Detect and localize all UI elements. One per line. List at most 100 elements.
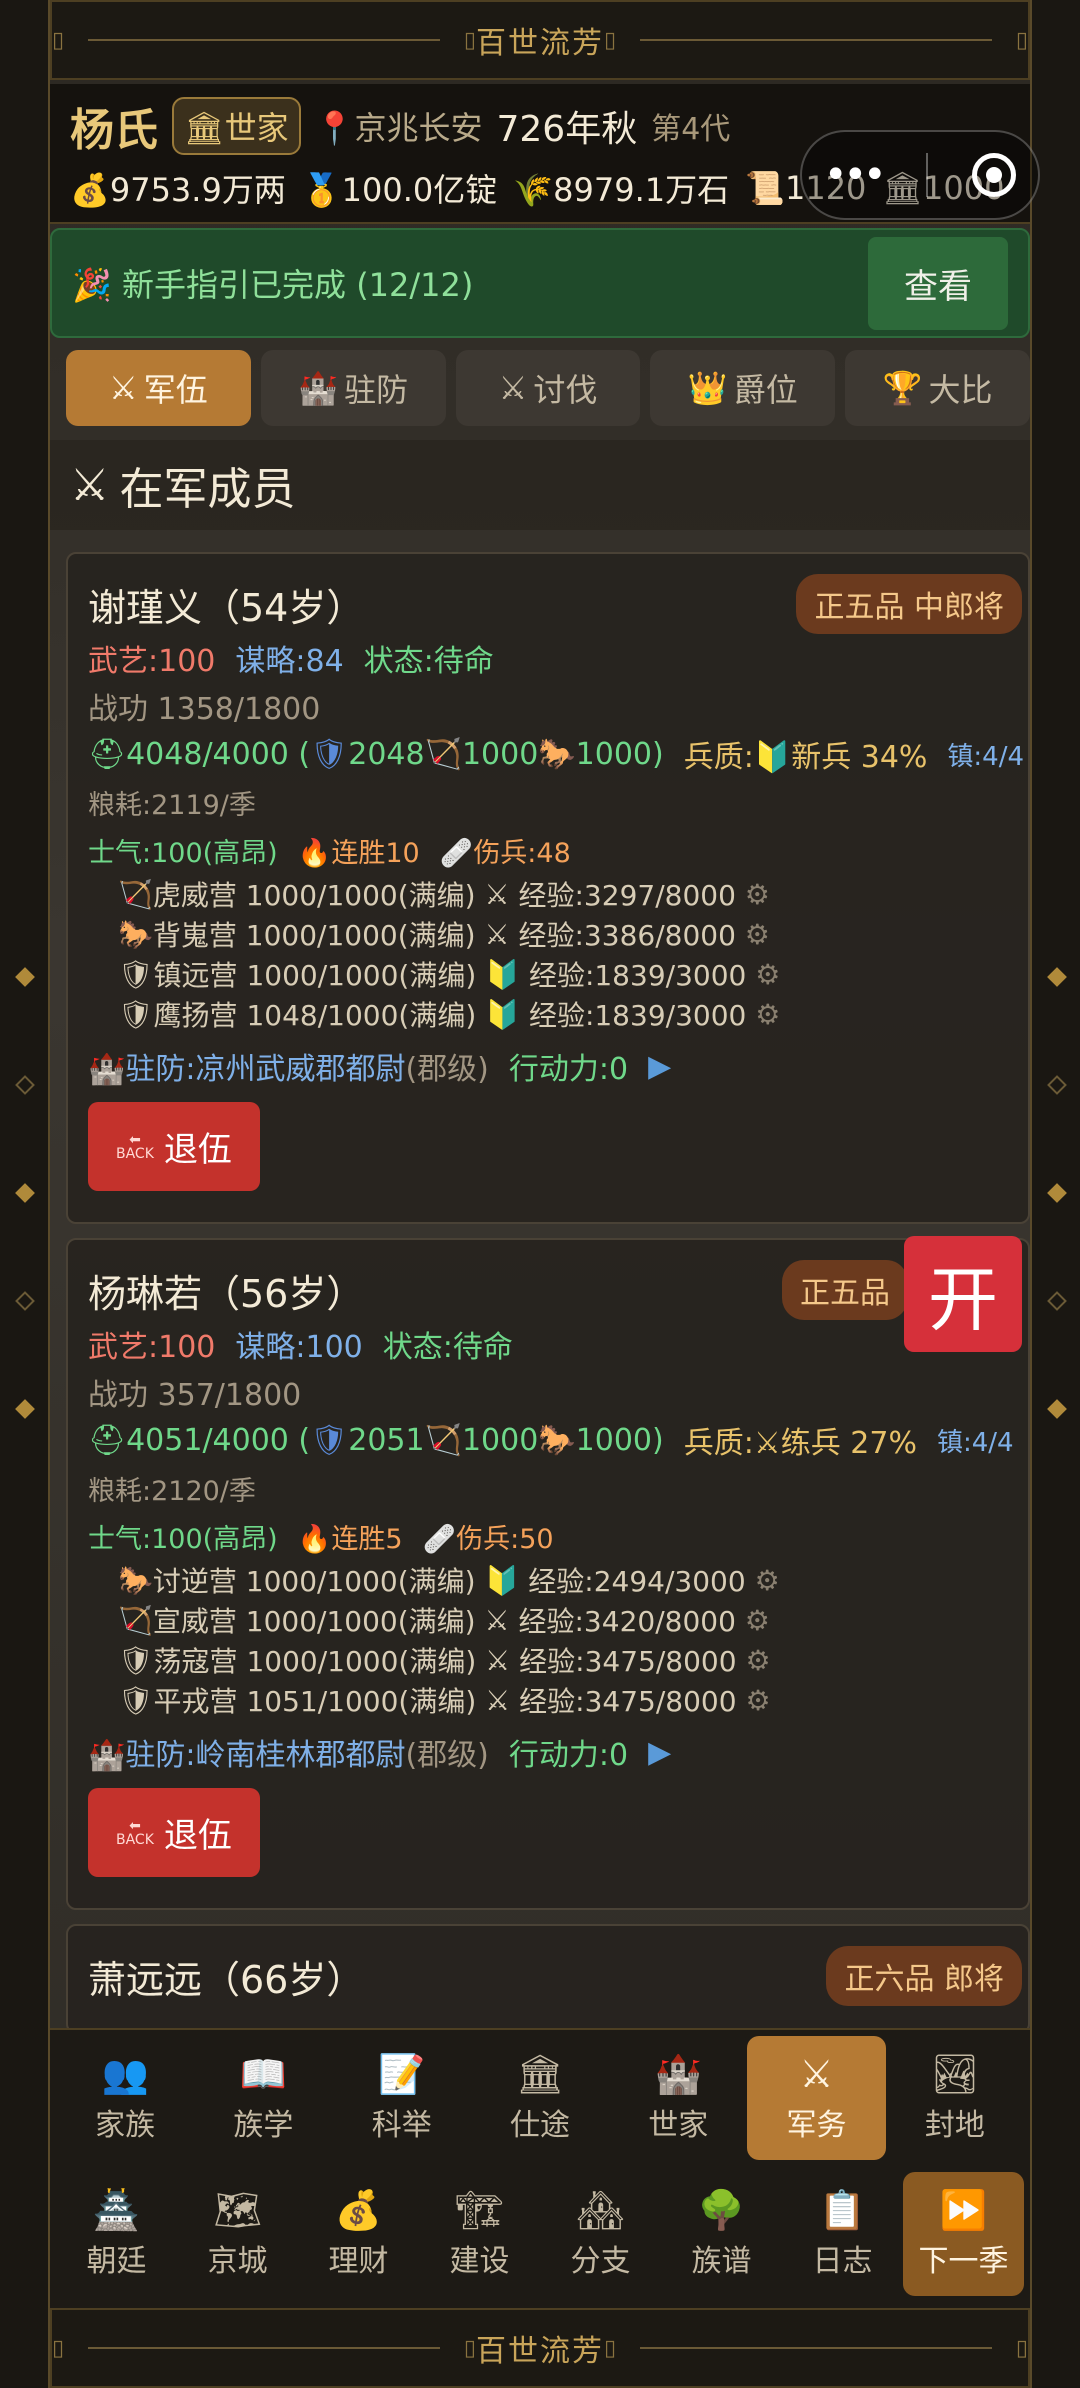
rank-badge: 正五品 xyxy=(782,1260,908,1320)
nav-military[interactable]: ⚔ 军务 xyxy=(747,2036,886,2160)
tab-campaign[interactable]: ⚔ 讨伐 xyxy=(455,350,641,426)
close-target-icon[interactable] xyxy=(972,153,1017,197)
nav-row: 👥 家族 📖 族学 📝 科举 🏛 仕途 🏰 世家 ⚔ 军务 🏞 封地 xyxy=(50,2030,1030,2166)
banner-title: 百世流芳 xyxy=(476,26,604,61)
location: 📍京兆长安 xyxy=(314,109,483,147)
battalion-row[interactable]: 🏹 虎威营 1000/1000(满编) ⚔ 经验:3297/8000 ⚙ xyxy=(88,874,1008,914)
strategy-stat: 谋略:100 xyxy=(235,1330,363,1365)
back-arrow-icon: ⬅ BACK xyxy=(116,1131,154,1162)
crown-icon: 👑 xyxy=(687,369,728,407)
castle-icon: 🏰 xyxy=(88,1052,126,1087)
battalion-row[interactable]: 🛡 平戎营 1051/1000(满编) ⚔ 经验:3475/8000 ⚙ xyxy=(88,1680,1008,1720)
castle-icon: 🏰 xyxy=(88,1738,126,1773)
tab-army[interactable]: ⚔ 军伍 xyxy=(66,350,251,426)
battalion-row[interactable]: 🛡 荡寇营 1000/1000(满编) ⚔ 经验:3475/8000 ⚙ xyxy=(88,1640,1008,1680)
martial-stat: 武艺:100 xyxy=(88,1330,216,1365)
nav-noble-house[interactable]: 🏰 世家 xyxy=(609,2036,747,2160)
gear-icon[interactable]: ⚙ xyxy=(745,1684,770,1717)
battalion-row[interactable]: 🐎 背嵬营 1000/1000(满编) ⚔ 经验:3386/8000 ⚙ xyxy=(88,914,1008,954)
banner-ornament: ▯ xyxy=(463,27,476,53)
martial-stat: 武艺:100 xyxy=(88,644,216,679)
tab-tournament[interactable]: 🏆 大比 xyxy=(845,350,1030,426)
garrison-info: 🏰驻防:凉州武威郡都尉(郡级) xyxy=(88,1052,489,1087)
town-count: 镇:4/4 xyxy=(947,741,1025,772)
grain-stat: 🌾8979.1万石 xyxy=(513,171,730,209)
banner-ornament: ▯ xyxy=(52,27,65,53)
next-season-button[interactable]: ⏩ 下一季 xyxy=(903,2172,1024,2296)
gear-icon[interactable]: ⚙ xyxy=(755,998,780,1031)
shield-icon: 🛡 xyxy=(310,736,349,772)
battalion-row[interactable]: 🛡 鹰扬营 1048/1000(满编) 🔰 经验:1839/3000 ⚙ xyxy=(88,994,1008,1034)
morale: 士气:100(高昂) xyxy=(88,1523,278,1555)
nav-branch[interactable]: 🏘 分支 xyxy=(540,2172,661,2296)
guide-status: 🎉 新手指引已完成 (12/12) xyxy=(72,266,474,304)
shield-icon: 🛡 xyxy=(118,1683,154,1717)
banner-ornament: ▯ xyxy=(604,27,617,53)
swords-icon: ⚔ xyxy=(484,877,510,911)
wheat-icon: 🌾 xyxy=(513,171,554,209)
gear-icon[interactable]: ⚙ xyxy=(755,958,780,991)
novice-icon: 🔰 xyxy=(753,740,792,775)
town-count: 镇:4/4 xyxy=(936,1427,1014,1458)
nav-finance[interactable]: 💰 理财 xyxy=(298,2172,419,2296)
bow-icon: 🏹 xyxy=(118,1603,153,1637)
banner-title: 百世流芳 xyxy=(476,2334,604,2369)
money-bag-icon: 💰 xyxy=(334,2188,383,2232)
view-guide-button[interactable]: 查看 xyxy=(868,236,1008,330)
nav-genealogy[interactable]: 🌳 族谱 xyxy=(661,2172,782,2296)
clan-status-badge: 🏛世家 xyxy=(172,97,301,155)
nav-exam[interactable]: 📝 科举 xyxy=(333,2036,471,2160)
current-year: 726年秋 xyxy=(496,109,638,150)
morale: 士气:100(高昂) xyxy=(88,837,278,869)
frame-ornament xyxy=(15,1075,35,1095)
more-icon[interactable]: ••• xyxy=(824,152,887,198)
nav-capital[interactable]: 🗺 京城 xyxy=(177,2172,298,2296)
banner-line xyxy=(88,39,440,41)
miniprogram-capsule[interactable]: ••• xyxy=(800,130,1040,220)
retreat-button[interactable]: ⬅ BACK 退伍 xyxy=(88,1102,260,1191)
nav-court[interactable]: 🏯 朝廷 xyxy=(56,2172,177,2296)
open-float-button[interactable]: 开 xyxy=(904,1236,1022,1352)
castle-icon: 🏰 xyxy=(654,2052,702,2096)
food-cost: 粮耗:2120/季 xyxy=(88,1475,256,1507)
frame-ornament xyxy=(1047,1075,1067,1095)
nav-clan-school[interactable]: 📖 族学 xyxy=(194,2036,332,2160)
nav-family[interactable]: 👥 家族 xyxy=(56,2036,194,2160)
nav-career[interactable]: 🏛 仕途 xyxy=(471,2036,609,2160)
gold-stat: 🥇100.0亿锭 xyxy=(301,171,498,209)
trophy-icon: 🏆 xyxy=(882,369,923,407)
merit: 战功 1358/1800 xyxy=(88,692,321,727)
merit: 战功 357/1800 xyxy=(88,1378,302,1413)
swords-icon: ⚔ xyxy=(70,459,110,511)
nav-log[interactable]: 📋 日志 xyxy=(782,2172,903,2296)
gear-icon[interactable]: ⚙ xyxy=(755,1564,780,1597)
banner-line xyxy=(640,39,992,41)
play-icon[interactable]: ▶ xyxy=(648,1735,671,1770)
fire-icon: 🔥 xyxy=(297,1523,332,1555)
play-icon[interactable]: ▶ xyxy=(648,1049,671,1084)
member-card: 谢瑾义（54岁） 正五品 中郎将 武艺:100 谋略:84 状态:待命 战功 1… xyxy=(66,552,1030,1224)
clan-name: 杨氏 xyxy=(70,105,158,156)
battalion-row[interactable]: 🏹 宣威营 1000/1000(满编) ⚔ 经验:3420/8000 ⚙ xyxy=(88,1600,1008,1640)
nav-fief[interactable]: 🏞 封地 xyxy=(886,2036,1024,2160)
gear-icon[interactable]: ⚙ xyxy=(745,918,770,951)
nav-construction[interactable]: 🏗 建设 xyxy=(419,2172,540,2296)
gear-icon[interactable]: ⚙ xyxy=(745,1604,770,1637)
gear-icon[interactable]: ⚙ xyxy=(745,1644,770,1677)
right-frame xyxy=(1030,0,1080,2388)
troops-line: ⛑4051/4000 (🛡2051🏹1000🐎1000) 兵质:⚔练兵 27% … xyxy=(88,1422,1014,1462)
generation: 第4代 xyxy=(651,112,731,147)
shield-icon: 🛡 xyxy=(118,957,154,991)
tab-garrison[interactable]: 🏰 驻防 xyxy=(260,350,446,426)
bandage-icon: 🩹 xyxy=(439,837,474,869)
novice-icon: 🔰 xyxy=(484,1563,520,1597)
tab-nobility[interactable]: 👑 爵位 xyxy=(650,350,836,426)
battalion-row[interactable]: 🐎 讨逆营 1000/1000(满编) 🔰 经验:2494/3000 ⚙ xyxy=(88,1560,1008,1600)
troops-line: ⛑4048/4000 (🛡2048🏹1000🐎1000) 兵质:🔰新兵 34% … xyxy=(88,736,1025,776)
pagoda-icon: 🏯 xyxy=(92,2188,141,2232)
retreat-button[interactable]: ⬅ BACK 退伍 xyxy=(88,1788,260,1877)
gear-icon[interactable]: ⚙ xyxy=(745,878,770,911)
battalion-row[interactable]: 🛡 镇远营 1000/1000(满编) 🔰 经验:1839/3000 ⚙ xyxy=(88,954,1008,994)
banner-line xyxy=(640,2347,992,2349)
wounded: 🩹伤兵:50 xyxy=(422,1523,554,1555)
